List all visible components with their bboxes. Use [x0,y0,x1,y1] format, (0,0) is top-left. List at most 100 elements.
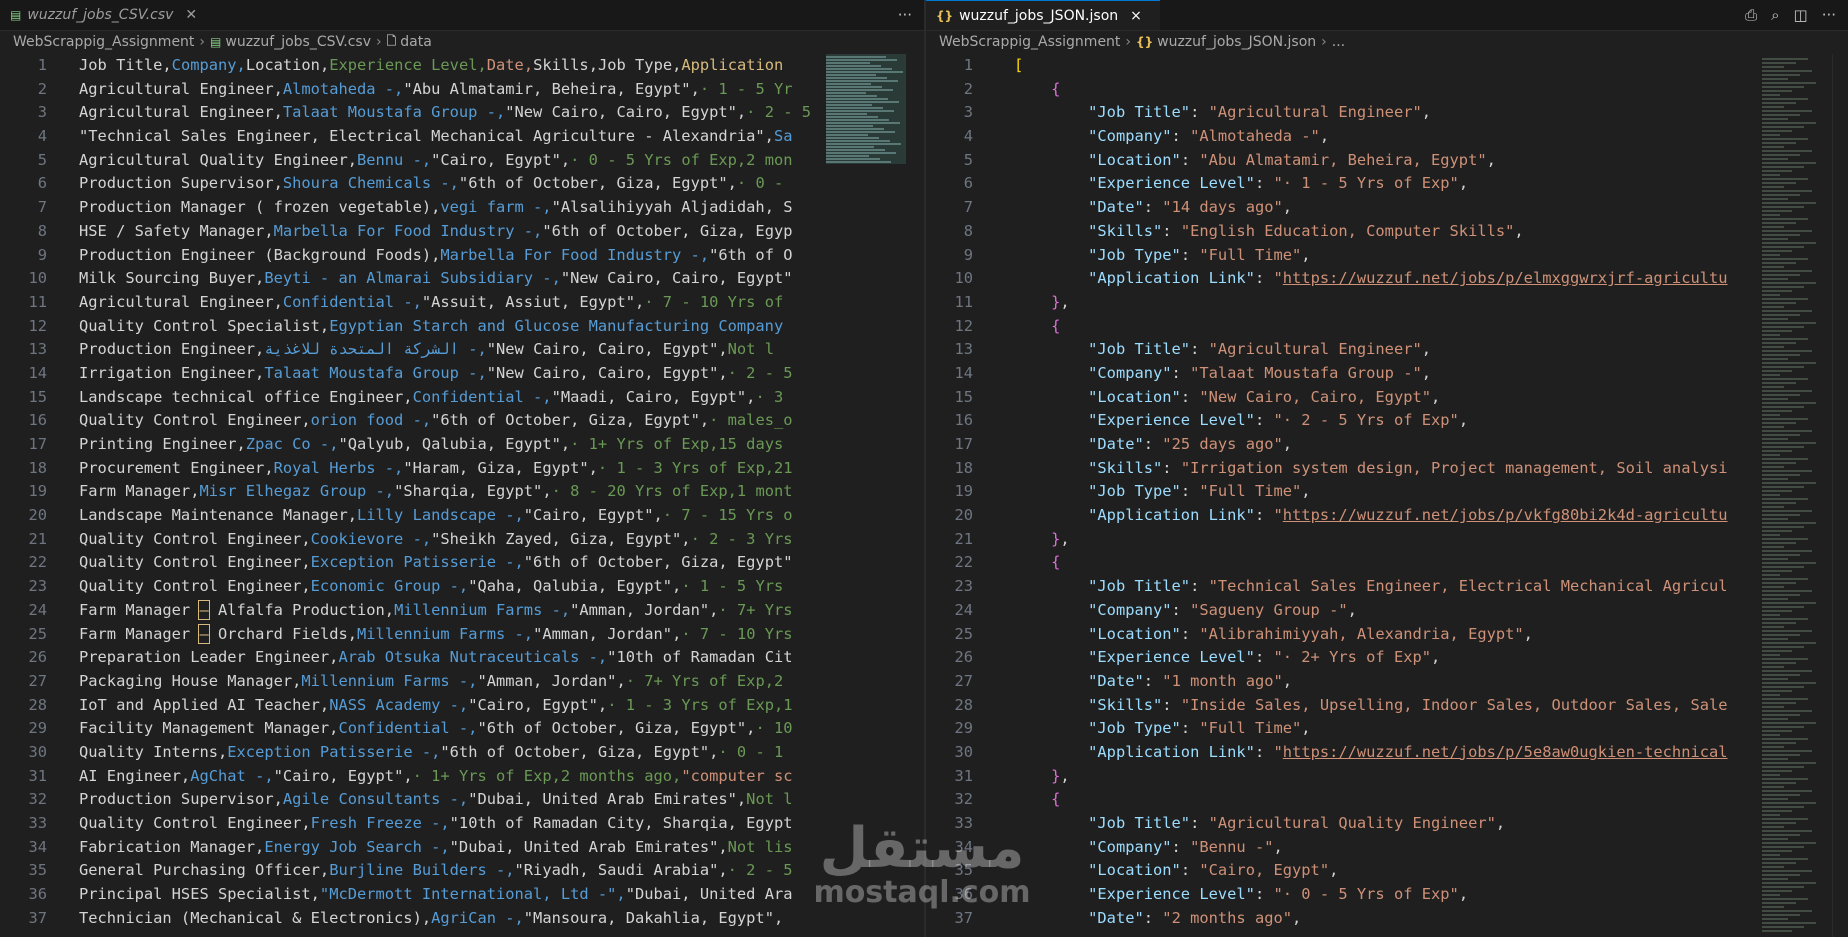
code-line[interactable]: 22 { [926,551,1748,575]
code-line[interactable]: 36 "Experience Level": "· 0 - 5 Yrs of E… [926,883,1748,907]
code-line[interactable]: 36 Principal HSES Specialist,"McDermott I… [0,883,818,907]
code-line[interactable]: 26 "Experience Level": "· 2+ Yrs of Exp"… [926,646,1748,670]
code-line[interactable]: 12 { [926,315,1748,339]
code-line[interactable]: 13 "Job Title": "Agricultural Engineer", [926,338,1748,362]
code-line[interactable]: 24 "Company": "Sagueny Group -", [926,599,1748,623]
code-line[interactable]: 23 "Job Title": "Technical Sales Enginee… [926,575,1748,599]
preview-search-icon[interactable]: ⌕ [1771,6,1779,24]
code-line[interactable]: 34 Fabrication Manager,Energy Job Search … [0,836,818,860]
code-line[interactable]: 31 AI Engineer,AgChat -,"Cairo, Egypt",· … [0,765,818,789]
minimap[interactable] [826,54,906,164]
close-icon[interactable]: × [1130,8,1142,24]
code-line[interactable]: 15 "Location": "New Cairo, Cairo, Egypt"… [926,386,1748,410]
minimap-row [1762,290,1792,292]
code-line[interactable]: 23 Quality Control Engineer,Economic Grou… [0,575,818,599]
breadcrumb-folder[interactable]: WebScrappig_Assignment [13,34,194,50]
code-line[interactable]: 3 "Job Title": "Agricultural Engineer", [926,101,1748,125]
code-line[interactable]: 28 "Skills": "Inside Sales, Upselling, I… [926,694,1748,718]
code-line[interactable]: 6 "Experience Level": "· 1 - 5 Yrs of Ex… [926,172,1748,196]
code-line[interactable]: 21 Quality Control Engineer,Cookievore -,… [0,528,818,552]
code-line[interactable]: 32 { [926,788,1748,812]
code-line[interactable]: 27 Packaging House Manager,Millennium Far… [0,670,818,694]
code-line[interactable]: 9 Production Engineer (Background Foods),… [0,244,818,268]
code-editor[interactable]: 1[2 {3 "Job Title": "Agricultural Engine… [926,54,1748,937]
code-line[interactable]: 29 "Job Type": "Full Time", [926,717,1748,741]
more-icon[interactable]: ··· [1822,6,1836,24]
minimap[interactable] [1762,54,1832,937]
code-line[interactable]: 4 "Technical Sales Engineer, Electrical M… [0,125,818,149]
code-line[interactable]: 33 Quality Control Engineer,Fresh Freeze … [0,812,818,836]
code-line[interactable]: 16 "Experience Level": "· 2 - 5 Yrs of E… [926,409,1748,433]
print-icon[interactable]: ⎙ [1745,6,1757,24]
code-line[interactable]: 4 "Company": "Almotaheda -", [926,125,1748,149]
code-token: , [1458,411,1469,430]
more-icon[interactable]: ··· [898,6,912,24]
code-line[interactable]: 5 "Location": "Abu Almatamir, Beheira, E… [926,149,1748,173]
vertical-scrollbar[interactable] [906,54,924,937]
code-line[interactable]: 14 "Company": "Talaat Moustafa Group -", [926,362,1748,386]
breadcrumb-symbol[interactable]: ... [1332,34,1345,50]
code-line[interactable]: 13 Production Engineer,الشركة المتحدة للا… [0,338,818,362]
vertical-scrollbar[interactable] [1832,54,1848,937]
editor-pane-csv[interactable]: ▤ wuzzuf_jobs_CSV.csv ✕ ··· WebScrappig_… [0,0,924,937]
code-line[interactable]: 27 "Date": "1 month ago", [926,670,1748,694]
code-line[interactable]: 30 Quality Interns,Exception Patisserie -… [0,741,818,765]
code-line[interactable]: 6 Production Supervisor,Shoura Chemicals … [0,172,818,196]
code-line[interactable]: 2 { [926,78,1748,102]
code-line[interactable]: 22 Quality Control Engineer,Exception Pat… [0,551,818,575]
code-line[interactable]: 16 Quality Control Engineer,orion food -,… [0,409,818,433]
code-line[interactable]: 25 "Location": "Alibrahimiyyah, Alexandr… [926,623,1748,647]
split-editor-icon[interactable]: ◫ [1794,6,1808,24]
code-line[interactable]: 1[ [926,54,1748,78]
editor-pane-json[interactable]: {} wuzzuf_jobs_JSON.json × ⎙ ⌕ ◫ ··· Web… [926,0,1848,937]
code-line[interactable]: 26 Preparation Leader Engineer,Arab Otsuk… [0,646,818,670]
breadcrumb-symbol[interactable]: data [400,34,432,50]
code-line[interactable]: 20 Landscape Maintenance Manager,Lilly La… [0,504,818,528]
code-line[interactable]: 3 Agricultural Engineer,Talaat Moustafa G… [0,101,818,125]
code-line[interactable]: 29 Facility Management Manager,Confidenti… [0,717,818,741]
code-line[interactable]: 35 "Location": "Cairo, Egypt", [926,859,1748,883]
close-icon[interactable]: ✕ [185,7,197,23]
code-line[interactable]: 37 Technician (Mechanical & Electronics),… [0,907,818,931]
code-line[interactable]: 11 }, [926,291,1748,315]
code-line[interactable]: 34 "Company": "Bennu -", [926,836,1748,860]
breadcrumb-folder[interactable]: WebScrappig_Assignment [939,34,1120,50]
code-line[interactable]: 14 Irrigation Engineer,Talaat Moustafa Gr… [0,362,818,386]
code-line[interactable]: 30 "Application Link": "https://wuzzuf.n… [926,741,1748,765]
code-line[interactable]: 19 "Job Type": "Full Time", [926,480,1748,504]
code-line[interactable]: 28 IoT and Applied AI Teacher,NASS Academ… [0,694,818,718]
breadcrumb-file[interactable]: wuzzuf_jobs_JSON.json [1157,34,1316,50]
code-line[interactable]: 12 Quality Control Specialist,Egyptian St… [0,315,818,339]
code-line[interactable]: 21 }, [926,528,1748,552]
code-line[interactable]: 18 Procurement Engineer,Royal Herbs -,"Ha… [0,457,818,481]
code-line[interactable]: 32 Production Supervisor,Agile Consultant… [0,788,818,812]
code-line[interactable]: 8 "Skills": "English Education, Computer… [926,220,1748,244]
code-line[interactable]: 31 }, [926,765,1748,789]
code-line[interactable]: 17 "Date": "25 days ago", [926,433,1748,457]
code-line[interactable]: 19 Farm Manager,Misr Elhegaz Group -,"Sha… [0,480,818,504]
minimap-row [1762,554,1800,556]
code-line[interactable]: 1 Job Title,Company,Location,Experience L… [0,54,818,78]
tab-csv-file[interactable]: ▤ wuzzuf_jobs_CSV.csv ✕ [0,0,206,30]
code-line[interactable]: 10 "Application Link": "https://wuzzuf.n… [926,267,1748,291]
breadcrumb-file[interactable]: wuzzuf_jobs_CSV.csv [225,34,371,50]
code-line[interactable]: 18 "Skills": "Irrigation system design, … [926,457,1748,481]
code-line[interactable]: 24 Farm Manager – Alfalfa Production,Mill… [0,599,818,623]
code-line[interactable]: 7 Production Manager ( frozen vegetable),… [0,196,818,220]
code-line[interactable]: 15 Landscape technical office Engineer,Co… [0,386,818,410]
code-line[interactable]: 20 "Application Link": "https://wuzzuf.n… [926,504,1748,528]
code-line[interactable]: 37 "Date": "2 months ago", [926,907,1748,931]
code-line[interactable]: 9 "Job Type": "Full Time", [926,244,1748,268]
code-line[interactable]: 11 Agricultural Engineer,Confidential -,"… [0,291,818,315]
code-editor[interactable]: 1 Job Title,Company,Location,Experience L… [0,54,818,937]
code-line[interactable]: 33 "Job Title": "Agricultural Quality En… [926,812,1748,836]
code-line[interactable]: 10 Milk Sourcing Buyer,Beyti - an Almarai… [0,267,818,291]
code-line[interactable]: 2 Agricultural Engineer,Almotaheda -,"Abu… [0,78,818,102]
code-line[interactable]: 35 General Purchasing Officer,Burjline Bu… [0,859,818,883]
code-line[interactable]: 8 HSE / Safety Manager,Marbella For Food … [0,220,818,244]
code-line[interactable]: 5 Agricultural Quality Engineer,Bennu -,"… [0,149,818,173]
code-line[interactable]: 7 "Date": "14 days ago", [926,196,1748,220]
code-line[interactable]: 17 Printing Engineer,Zpac Co -,"Qalyub, Q… [0,433,818,457]
code-line[interactable]: 25 Farm Manager – Orchard Fields,Millenni… [0,623,818,647]
tab-json-file[interactable]: {} wuzzuf_jobs_JSON.json × [926,0,1160,30]
